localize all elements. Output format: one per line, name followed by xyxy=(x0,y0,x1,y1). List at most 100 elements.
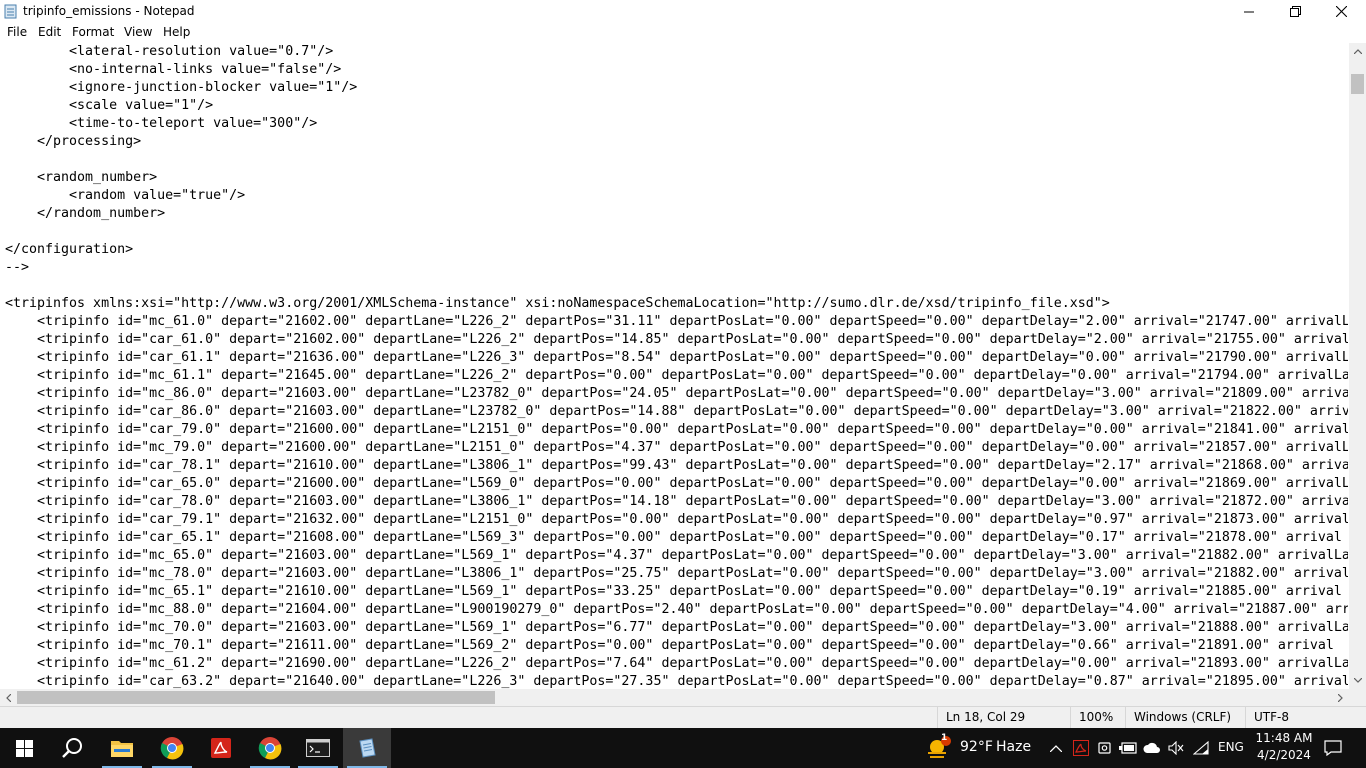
close-button[interactable] xyxy=(1318,0,1364,23)
scroll-up-button[interactable] xyxy=(1349,43,1366,60)
taskbar-file-explorer[interactable] xyxy=(98,728,146,768)
zoom-level: 100% xyxy=(1070,707,1125,728)
vertical-scroll-thumb[interactable] xyxy=(1351,74,1364,94)
editor-line: <tripinfo id="mc_65.1" depart="21610.00"… xyxy=(5,584,1342,599)
editor-line: </processing> xyxy=(5,134,142,149)
tray-network[interactable] xyxy=(1192,739,1210,757)
editor-line: <tripinfo id="car_61.1" depart="21636.00… xyxy=(5,350,1348,365)
menu-edit[interactable]: Edit xyxy=(38,25,61,39)
editor-line: </configuration> xyxy=(5,242,134,257)
close-icon xyxy=(1335,6,1347,17)
notification-icon xyxy=(1324,740,1342,756)
search-button[interactable] xyxy=(48,728,96,768)
editor-line: <time-to-teleport value="300"/> xyxy=(5,116,318,131)
horizontal-scroll-thumb[interactable] xyxy=(17,691,495,704)
editor-content[interactable]: <lateral-resolution value="0.7"/> <no-in… xyxy=(5,43,1348,689)
chevron-down-icon xyxy=(1353,678,1362,683)
editor-line: <tripinfo id="mc_65.0" depart="21603.00"… xyxy=(5,548,1348,563)
editor-line: <ignore-junction-blocker value="1"/> xyxy=(5,80,358,95)
vertical-scrollbar[interactable] xyxy=(1349,43,1366,689)
camera-icon xyxy=(1098,742,1111,754)
cloud-icon xyxy=(1143,742,1160,753)
editor-line: <random value="true"/> xyxy=(5,188,246,203)
scroll-right-button[interactable] xyxy=(1332,689,1349,706)
scrollbar-corner xyxy=(1349,689,1366,706)
weather-condition: Haze xyxy=(996,739,1032,755)
editor-line: <tripinfo id="mc_70.0" depart="21603.00"… xyxy=(5,620,1348,635)
editor-line: <tripinfo id="car_65.1" depart="21608.00… xyxy=(5,530,1342,545)
terminal-icon xyxy=(306,739,330,757)
editor-line: <tripinfos xmlns:xsi="http://www.w3.org/… xyxy=(5,296,1110,311)
menu-help[interactable]: Help xyxy=(163,25,190,39)
start-button[interactable] xyxy=(0,728,48,768)
title-bar[interactable]: tripinfo_emissions - Notepad xyxy=(0,0,1366,23)
window-title: tripinfo_emissions - Notepad xyxy=(23,4,195,18)
chevron-up-icon xyxy=(1050,744,1062,752)
scroll-down-button[interactable] xyxy=(1349,672,1366,689)
line-ending: Windows (CRLF) xyxy=(1125,707,1245,728)
taskbar-terminal[interactable] xyxy=(294,728,342,768)
editor-line: <tripinfo id="car_78.1" depart="21610.00… xyxy=(5,458,1348,473)
editor-line: <tripinfo id="car_65.0" depart="21600.00… xyxy=(5,476,1348,491)
clock-time[interactable]: 11:48 AM xyxy=(1254,731,1314,745)
chevron-up-icon xyxy=(1353,49,1362,54)
acrobat-icon xyxy=(211,738,231,758)
volume-muted-icon xyxy=(1168,741,1184,755)
chrome-icon xyxy=(160,737,184,760)
weather-haze-icon xyxy=(928,736,951,758)
wifi-icon xyxy=(1193,741,1209,755)
menu-format[interactable]: Format xyxy=(72,25,114,39)
menu-bar: File Edit Format View Help xyxy=(0,23,1366,42)
editor-line: <tripinfo id="mc_86.0" depart="21603.00"… xyxy=(5,386,1348,401)
minimize-button[interactable] xyxy=(1226,0,1272,23)
taskbar-chrome-1[interactable] xyxy=(148,728,196,768)
tray-meet[interactable] xyxy=(1096,739,1114,757)
chrome-icon xyxy=(258,737,282,760)
editor-line: <tripinfo id="car_78.0" depart="21603.00… xyxy=(5,494,1348,509)
taskbar-notepad[interactable] xyxy=(343,728,391,768)
taskbar-chrome-2[interactable] xyxy=(246,728,294,768)
tray-onedrive[interactable] xyxy=(1143,739,1161,757)
notification-center-button[interactable] xyxy=(1323,739,1343,757)
menu-view[interactable]: View xyxy=(124,25,152,39)
editor-line: <tripinfo id="car_61.0" depart="21602.00… xyxy=(5,332,1348,347)
taskbar-acrobat[interactable] xyxy=(197,728,245,768)
editor-line: <lateral-resolution value="0.7"/> xyxy=(5,44,334,59)
editor-line: <tripinfo id="mc_61.2" depart="21690.00"… xyxy=(5,656,1348,671)
notepad-icon xyxy=(359,738,376,758)
minimize-icon xyxy=(1244,11,1254,12)
editor-line: <tripinfo id="car_63.2" depart="21640.00… xyxy=(5,674,1348,689)
scroll-left-button[interactable] xyxy=(0,689,17,706)
editor-line: <tripinfo id="car_86.0" depart="21603.00… xyxy=(5,404,1348,419)
weather-alert-badge: 1 xyxy=(941,733,948,743)
show-hidden-icons-button[interactable] xyxy=(1047,739,1065,757)
status-bar: Ln 18, Col 29 100% Windows (CRLF) UTF-8 xyxy=(0,706,1366,728)
tray-acrobat[interactable] xyxy=(1072,739,1090,757)
weather-temperature: 92°F xyxy=(960,739,993,755)
clock-date[interactable]: 4/2/2024 xyxy=(1254,748,1314,762)
editor-line: <tripinfo id="car_79.1" depart="21632.00… xyxy=(5,512,1348,527)
cursor-position: Ln 18, Col 29 xyxy=(937,707,1070,728)
horizontal-scrollbar[interactable] xyxy=(0,689,1349,706)
encoding: UTF-8 xyxy=(1245,707,1366,728)
input-language[interactable]: ENG xyxy=(1218,740,1244,754)
battery-icon xyxy=(1119,742,1137,754)
editor-line: <tripinfo id="mc_61.1" depart="21645.00"… xyxy=(5,368,1348,383)
tray-battery[interactable] xyxy=(1119,739,1137,757)
file-explorer-icon xyxy=(111,741,133,757)
tray-volume[interactable] xyxy=(1167,739,1185,757)
chevron-right-icon xyxy=(1338,693,1343,702)
editor-line: <tripinfo id="mc_78.0" depart="21603.00"… xyxy=(5,566,1348,581)
editor-line: <random_number> xyxy=(5,170,158,185)
text-editor[interactable]: <lateral-resolution value="0.7"/> <no-in… xyxy=(0,43,1348,689)
maximize-button[interactable] xyxy=(1272,0,1318,23)
editor-line: <tripinfo id="mc_61.0" depart="21602.00"… xyxy=(5,314,1348,329)
menu-file[interactable]: File xyxy=(7,25,27,39)
editor-line: </random_number> xyxy=(5,206,166,221)
editor-line: <tripinfo id="mc_88.0" depart="21604.00"… xyxy=(5,602,1348,617)
editor-line: --> xyxy=(5,260,30,275)
taskbar: 1 92°F Haze ENG 11:48 AM 4/2/2024 xyxy=(0,728,1366,768)
